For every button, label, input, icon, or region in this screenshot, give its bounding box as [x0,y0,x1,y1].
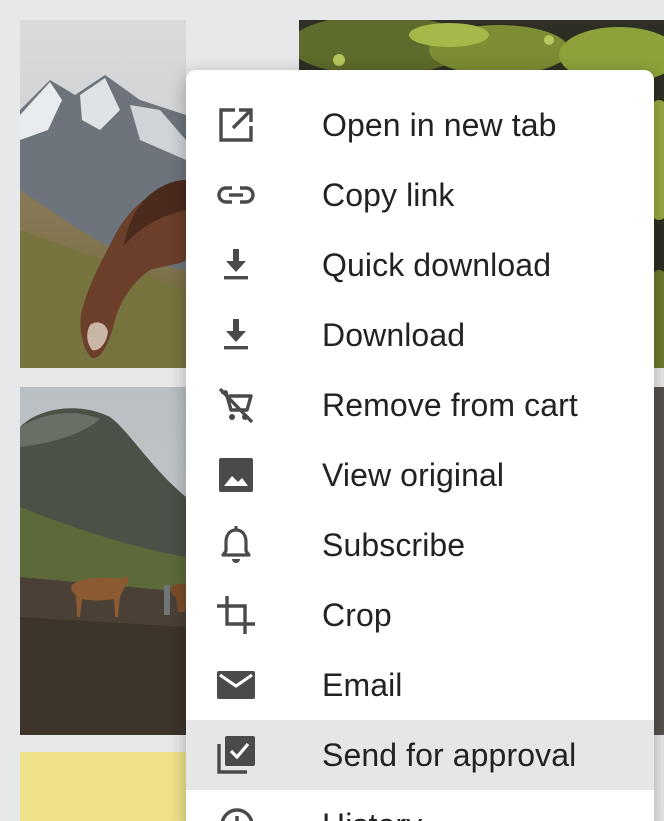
menu-item-label: History [322,807,422,821]
envelope-icon [213,662,259,708]
horses-in-valley-photo[interactable] [20,387,186,735]
remove-from-cart-icon [213,382,259,428]
image-gallery: Open in new tab Copy link Quick download… [0,0,664,821]
send-for-approval-icon [213,732,259,778]
image-icon [213,452,259,498]
menu-item-label: Send for approval [322,736,577,773]
menu-item-view-original[interactable]: View original [186,440,654,510]
link-icon [213,172,259,218]
horse-grazing-mountains-photo[interactable] [20,20,186,368]
menu-item-label: Download [322,316,466,353]
menu-item-open-in-new-tab[interactable]: Open in new tab [186,90,654,160]
open-in-new-tab-icon [213,102,259,148]
yellow-tile[interactable] [20,752,186,821]
dark-tile[interactable] [654,387,664,735]
menu-item-label: Email [322,666,403,703]
menu-item-label: Open in new tab [322,106,557,143]
menu-item-copy-link[interactable]: Copy link [186,160,654,230]
menu-item-crop[interactable]: Crop [186,580,654,650]
context-menu: Open in new tab Copy link Quick download… [186,70,654,821]
crop-icon [213,592,259,638]
quick-download-icon [213,242,259,288]
menu-item-download[interactable]: Download [186,300,654,370]
menu-item-remove-from-cart[interactable]: Remove from cart [186,370,654,440]
menu-item-label: Subscribe [322,526,466,563]
menu-item-email[interactable]: Email [186,650,654,720]
menu-item-label: Quick download [322,246,552,283]
bell-icon [213,522,259,568]
menu-item-label: Crop [322,596,392,633]
download-icon [213,312,259,358]
menu-item-label: Remove from cart [322,386,578,423]
menu-item-history[interactable]: History [186,790,654,821]
menu-item-send-for-approval[interactable]: Send for approval [186,720,654,790]
menu-item-quick-download[interactable]: Quick download [186,230,654,300]
history-icon [213,802,259,821]
menu-item-label: Copy link [322,176,455,213]
menu-item-subscribe[interactable]: Subscribe [186,510,654,580]
menu-item-label: View original [322,456,505,493]
